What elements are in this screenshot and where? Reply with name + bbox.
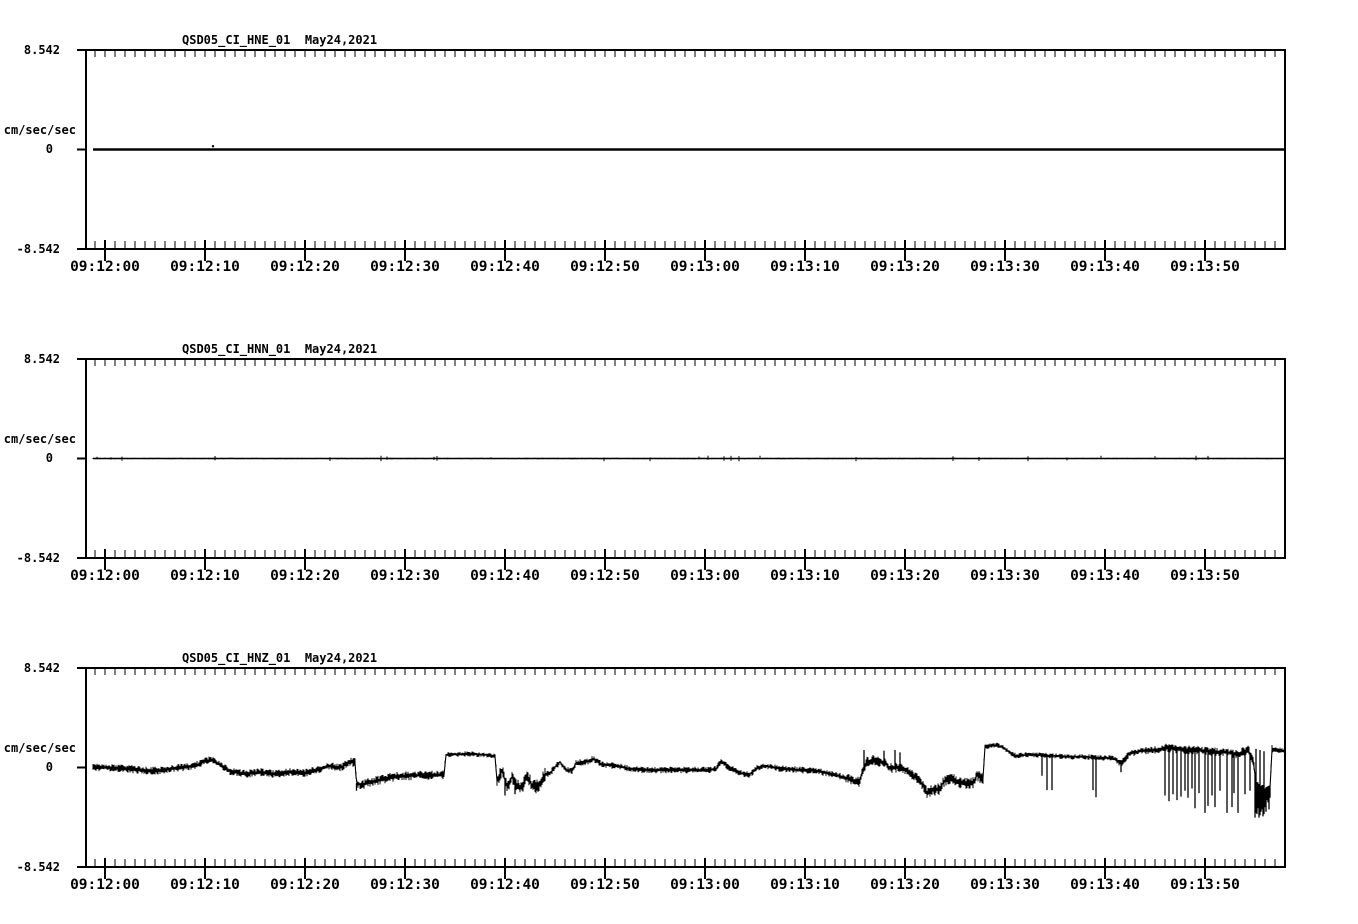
y-axis-max-label: 8.542	[23, 352, 60, 366]
y-axis-min-label: -8.542	[16, 860, 60, 874]
x-tick-label: 09:13:40	[1070, 568, 1140, 584]
x-tick-label: 09:12:10	[170, 877, 240, 893]
x-tick-label: 09:13:10	[770, 259, 840, 275]
panel-title: QSD05_CI_HNE_01 May24,2021	[182, 33, 378, 47]
x-tick-label: 09:12:20	[270, 259, 340, 275]
x-tick-label: 09:13:50	[1170, 568, 1240, 584]
x-tick-label: 09:12:50	[570, 877, 640, 893]
axes-frame	[77, 667, 1286, 868]
panel-plot-0	[77, 49, 1286, 261]
panel-title: QSD05_CI_HNN_01 May24,2021	[182, 342, 378, 356]
x-tick-label: 09:13:00	[670, 568, 740, 584]
trace-dot	[211, 145, 215, 148]
x-tick-label: 09:12:30	[370, 877, 440, 893]
x-tick-label: 09:13:50	[1170, 259, 1240, 275]
x-tick-label: 09:13:10	[770, 877, 840, 893]
x-tick-label: 09:13:10	[770, 568, 840, 584]
y-axis-min-label: -8.542	[16, 551, 60, 565]
panel-title: QSD05_CI_HNZ_01 May24,2021	[182, 651, 378, 665]
x-tick-label: 09:13:30	[970, 877, 1040, 893]
y-axis-unit-label: cm/sec/sec	[3, 432, 76, 446]
y-axis-zero-label: 0	[45, 760, 53, 774]
x-tick-label: 09:13:20	[870, 568, 940, 584]
x-tick-label: 09:12:10	[170, 568, 240, 584]
x-tick-label: 09:13:00	[670, 877, 740, 893]
y-axis-min-label: -8.542	[16, 242, 60, 256]
y-axis-max-label: 8.542	[23, 43, 60, 57]
x-tick-label: 09:12:50	[570, 259, 640, 275]
y-axis-unit-label: cm/sec/sec	[3, 123, 76, 137]
x-tick-label: 09:13:30	[970, 259, 1040, 275]
x-tick-label: 09:12:40	[470, 568, 540, 584]
plots-canvas	[77, 49, 1286, 879]
x-tick-label: 09:12:50	[570, 568, 640, 584]
x-tick-label: 09:13:00	[670, 259, 740, 275]
x-tick-label: 09:13:20	[870, 877, 940, 893]
x-tick-label: 09:13:20	[870, 259, 940, 275]
x-tick-label: 09:13:30	[970, 568, 1040, 584]
y-axis-zero-label: 0	[45, 142, 53, 156]
panel-plot-1	[77, 358, 1286, 570]
x-tick-label: 09:12:00	[70, 568, 140, 584]
x-tick-label: 09:12:30	[370, 259, 440, 275]
x-tick-label: 09:12:30	[370, 568, 440, 584]
x-tick-label: 09:12:00	[70, 877, 140, 893]
trace-spikes	[355, 748, 1271, 818]
x-tick-label: 09:13:50	[1170, 877, 1240, 893]
x-tick-label: 09:12:10	[170, 259, 240, 275]
y-axis-zero-label: 0	[45, 451, 53, 465]
panel-plot-2	[77, 667, 1286, 879]
seismogram-page: QSD05_CI_HNE_01 May24,2021 8.542 cm/sec/…	[0, 0, 1358, 924]
x-tick-label: 09:12:40	[470, 259, 540, 275]
x-tick-label: 09:12:20	[270, 568, 340, 584]
x-tick-label: 09:12:20	[270, 877, 340, 893]
x-tick-label: 09:12:00	[70, 259, 140, 275]
x-tick-label: 09:13:40	[1070, 877, 1140, 893]
y-axis-unit-label: cm/sec/sec	[3, 741, 76, 755]
minor-ticks	[94, 668, 1276, 867]
x-tick-label: 09:13:40	[1070, 259, 1140, 275]
x-tick-label: 09:12:40	[470, 877, 540, 893]
y-axis-max-label: 8.542	[23, 661, 60, 675]
